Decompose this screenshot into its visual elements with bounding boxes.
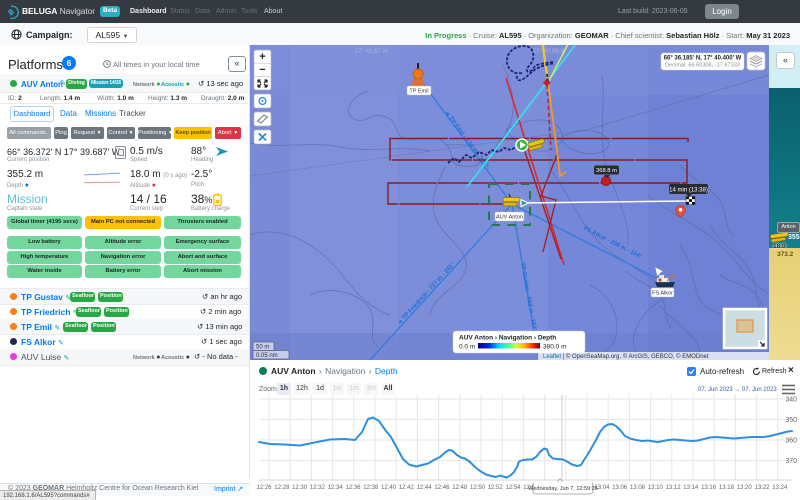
svg-text:13:14: 13:14 [683,485,699,491]
svg-text:66° 36.185' N, 17° 40.400' W: 66° 36.185' N, 17° 40.400' W [664,56,742,62]
svg-text:12:48: 12:48 [452,485,468,491]
svg-text:12:28: 12:28 [274,485,290,491]
svg-text:12:42: 12:42 [399,485,415,491]
svg-text:Leaflet | © OpenSeaMap.org, ©: Leaflet | © OpenSeaMap.org, © ArcGIS, GE… [543,353,709,360]
svg-text:12:44: 12:44 [417,485,433,491]
svg-text:TP Emil: TP Emil [409,89,428,95]
svg-text:12:36: 12:36 [345,485,361,491]
svg-text:+: + [259,51,265,63]
svg-text:13:18: 13:18 [719,485,735,491]
svg-text:−: − [259,64,265,76]
svg-text:12:46: 12:46 [434,485,450,491]
svg-text:17° 41.67 W: 17° 41.67 W [355,49,388,55]
svg-text:12:40: 12:40 [381,485,397,491]
svg-text:13:12: 13:12 [666,485,682,491]
svg-text:12:50: 12:50 [470,485,486,491]
svg-text:FS Alkor: FS Alkor [652,291,673,297]
svg-text:14 min (13:38): 14 min (13:38) [669,188,708,194]
svg-text:Decimal: 66.60308, -17.67333: Decimal: 66.60308, -17.67333 [665,63,740,69]
svg-text:13:20: 13:20 [737,485,753,491]
svg-text:12:32: 12:32 [310,485,326,491]
svg-text:50 m: 50 m [256,345,269,351]
svg-text:AUV Anton: AUV Anton [496,215,523,221]
svg-text:370: 370 [785,458,797,465]
svg-text:Wednesday, Jun 7, 12:59:25: Wednesday, Jun 7, 12:59:25 [528,486,598,492]
svg-text:340: 340 [785,397,797,404]
svg-text:12:54: 12:54 [505,485,521,491]
svg-text:12:26: 12:26 [256,485,272,491]
svg-text:350: 350 [785,417,797,424]
svg-text:0.05 nm: 0.05 nm [256,353,278,359]
svg-text:13:16: 13:16 [701,485,717,491]
svg-text:13:24: 13:24 [772,485,788,491]
svg-text:0.0 m: 0.0 m [459,344,475,351]
svg-text:12:38: 12:38 [363,485,379,491]
svg-text:13:08: 13:08 [630,485,646,491]
svg-text:AUV Anton › Navigation › Depth: AUV Anton › Navigation › Depth [459,335,556,342]
svg-text:12:52: 12:52 [488,485,504,491]
svg-text:13:10: 13:10 [648,485,664,491]
svg-text:12:30: 12:30 [292,485,308,491]
svg-text:13:06: 13:06 [612,485,628,491]
svg-text:380.0 m: 380.0 m [543,344,567,351]
svg-text:360: 360 [785,438,797,445]
svg-text:13:22: 13:22 [754,485,770,491]
svg-text:12:34: 12:34 [328,485,344,491]
svg-text:17° 40.66 W: 17° 40.66 W [533,49,566,55]
svg-text:368.8 m: 368.8 m [596,168,617,174]
